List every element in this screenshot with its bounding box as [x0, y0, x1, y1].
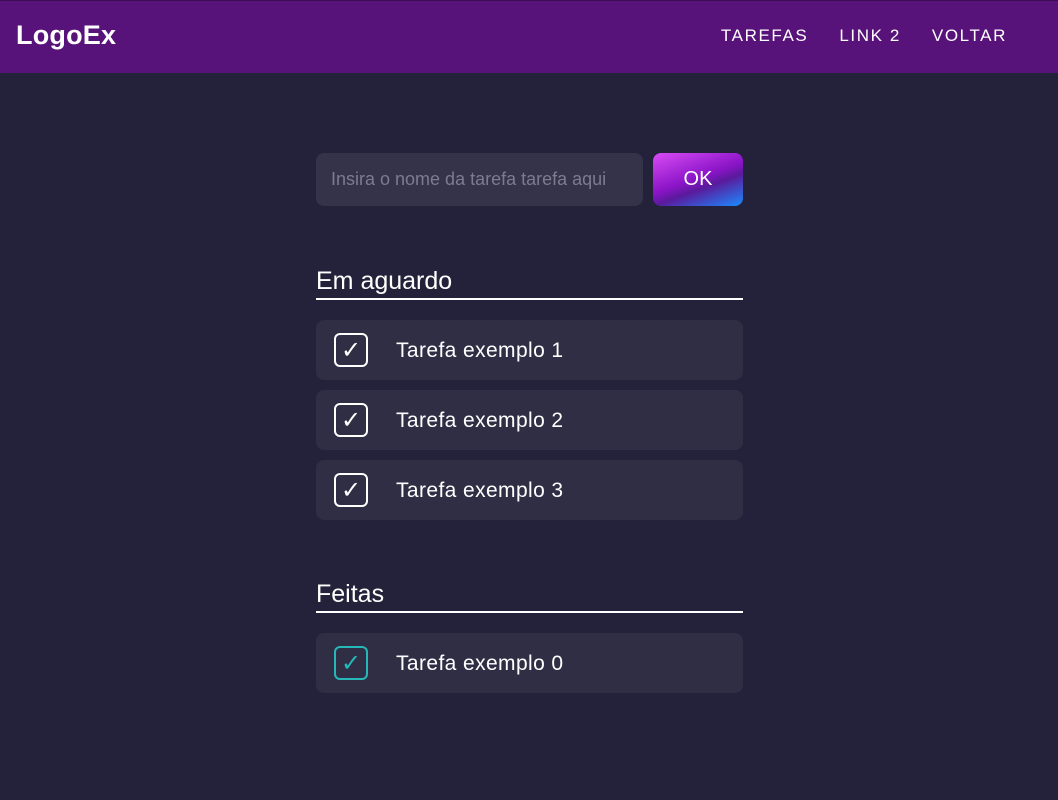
task-name-input[interactable]: [316, 153, 643, 206]
nav-link-tarefas[interactable]: TAREFAS: [721, 26, 808, 46]
add-task-form: OK: [316, 153, 743, 206]
done-task-list: ✓ Tarefa exemplo 0: [316, 633, 743, 693]
check-icon: ✓: [340, 406, 362, 434]
nav-link-voltar[interactable]: VOLTAR: [932, 26, 1007, 46]
task-label: Tarefa exemplo 0: [396, 652, 564, 675]
task-checkbox-done[interactable]: ✓: [334, 646, 368, 680]
check-icon: ✓: [340, 476, 362, 504]
check-icon: ✓: [340, 649, 362, 677]
task-checkbox[interactable]: ✓: [334, 333, 368, 367]
nav-link-link-2[interactable]: LINK 2: [839, 26, 901, 46]
task-label: Tarefa exemplo 2: [396, 409, 564, 432]
pending-section: Em aguardo ✓ Tarefa exemplo 1 ✓ Tarefa e…: [316, 266, 743, 530]
task-checkbox[interactable]: ✓: [334, 403, 368, 437]
ok-button[interactable]: OK: [653, 153, 743, 206]
nav-links: TAREFAS LINK 2 VOLTAR: [721, 26, 1007, 46]
task-label: Tarefa exemplo 1: [396, 339, 564, 362]
task-item: ✓ Tarefa exemplo 2: [316, 390, 743, 450]
logo[interactable]: LogoEx: [16, 20, 116, 51]
task-label: Tarefa exemplo 3: [396, 479, 564, 502]
navbar: LogoEx TAREFAS LINK 2 VOLTAR: [0, 0, 1058, 73]
task-item: ✓ Tarefa exemplo 3: [316, 460, 743, 520]
done-section-title: Feitas: [316, 579, 743, 613]
pending-section-title: Em aguardo: [316, 266, 743, 300]
task-item: ✓ Tarefa exemplo 1: [316, 320, 743, 380]
done-section: Feitas ✓ Tarefa exemplo 0: [316, 579, 743, 703]
pending-task-list: ✓ Tarefa exemplo 1 ✓ Tarefa exemplo 2 ✓ …: [316, 320, 743, 520]
task-checkbox[interactable]: ✓: [334, 473, 368, 507]
task-item: ✓ Tarefa exemplo 0: [316, 633, 743, 693]
check-icon: ✓: [340, 336, 362, 364]
